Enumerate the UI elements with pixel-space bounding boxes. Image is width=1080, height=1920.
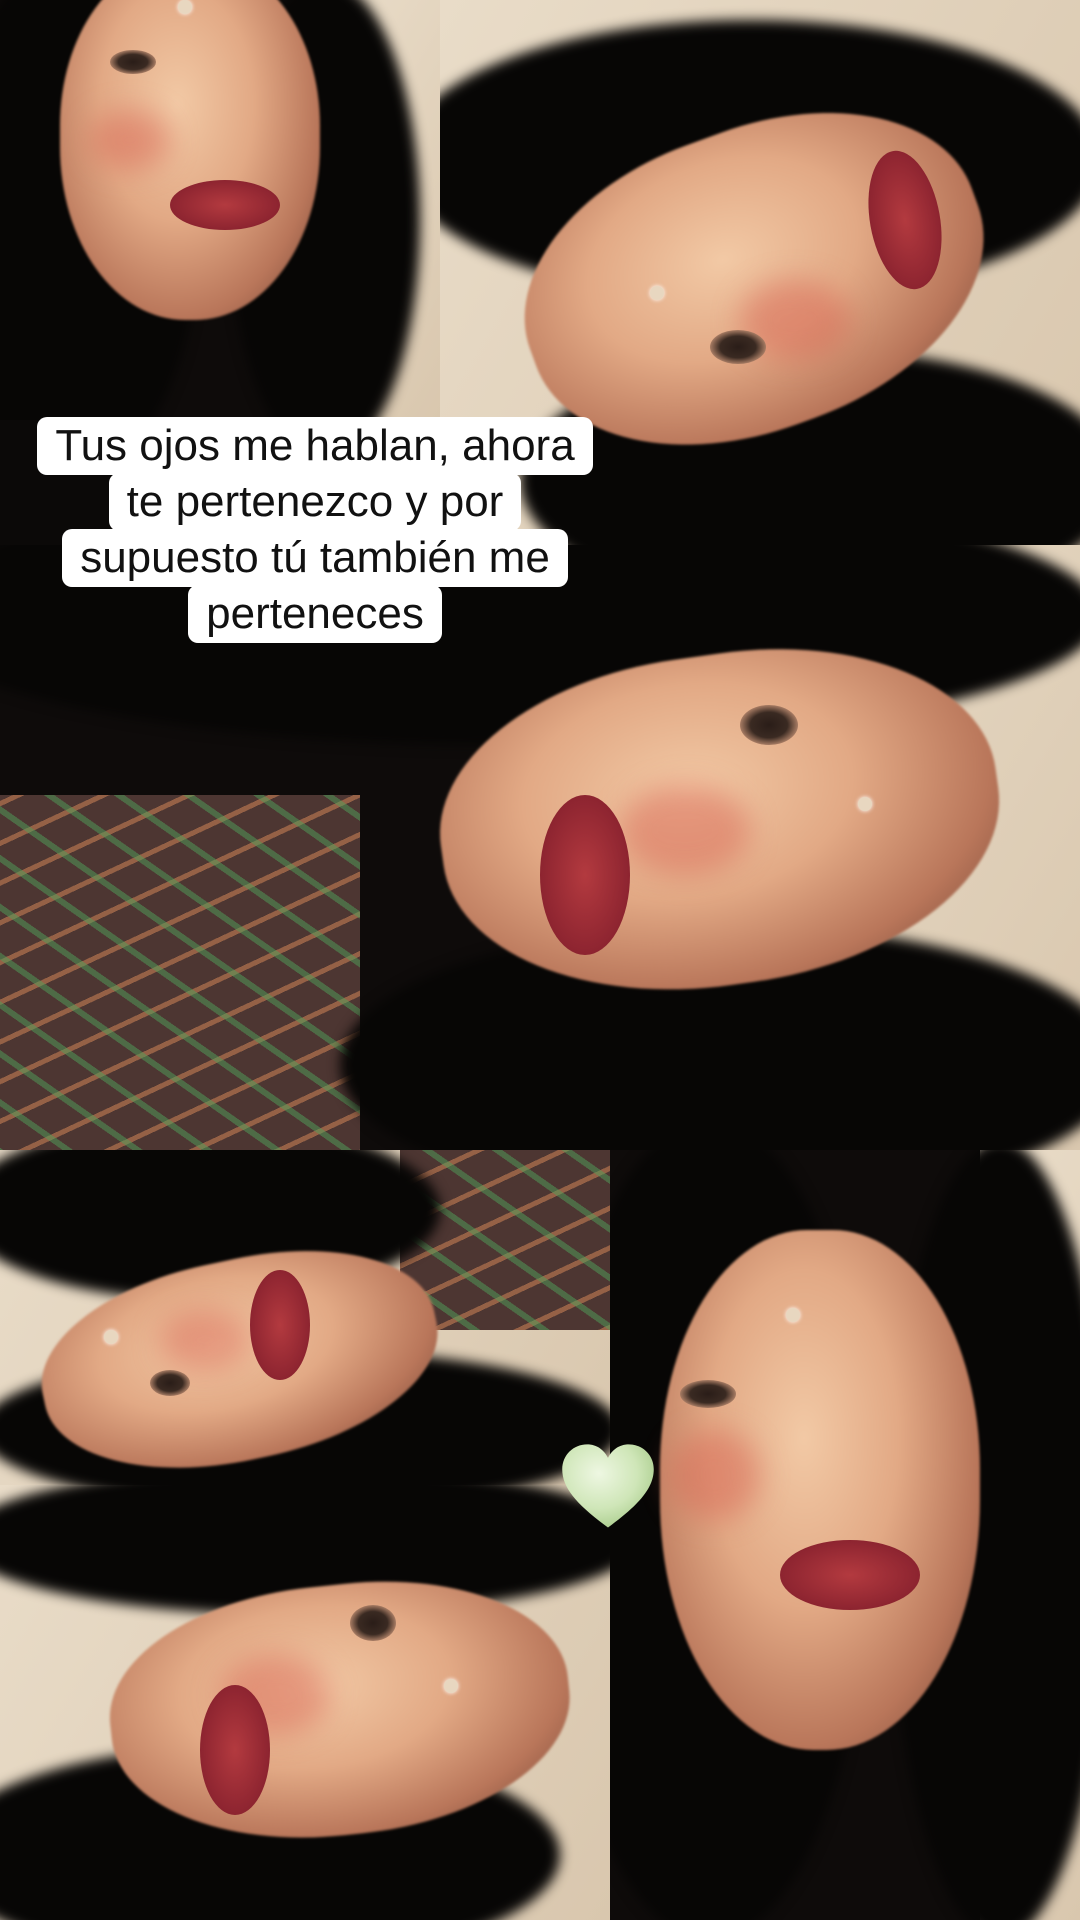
caption-line-3: supuesto tú también me [62,529,568,587]
photo-bottom-left [0,1485,610,1920]
photo-middle-left [0,1150,610,1485]
caption-line-2: te pertenezco y por [108,473,522,531]
caption-overlay: Tus ojos me hablan, ahora te pertenezco … [0,417,630,643]
photo-top-left [0,0,440,420]
caption-line-4: perteneces [188,585,442,643]
green-heart-icon [556,1436,660,1540]
photo-bottom-right [610,1150,1080,1920]
caption-line-1: Tus ojos me hablan, ahora [37,417,593,475]
